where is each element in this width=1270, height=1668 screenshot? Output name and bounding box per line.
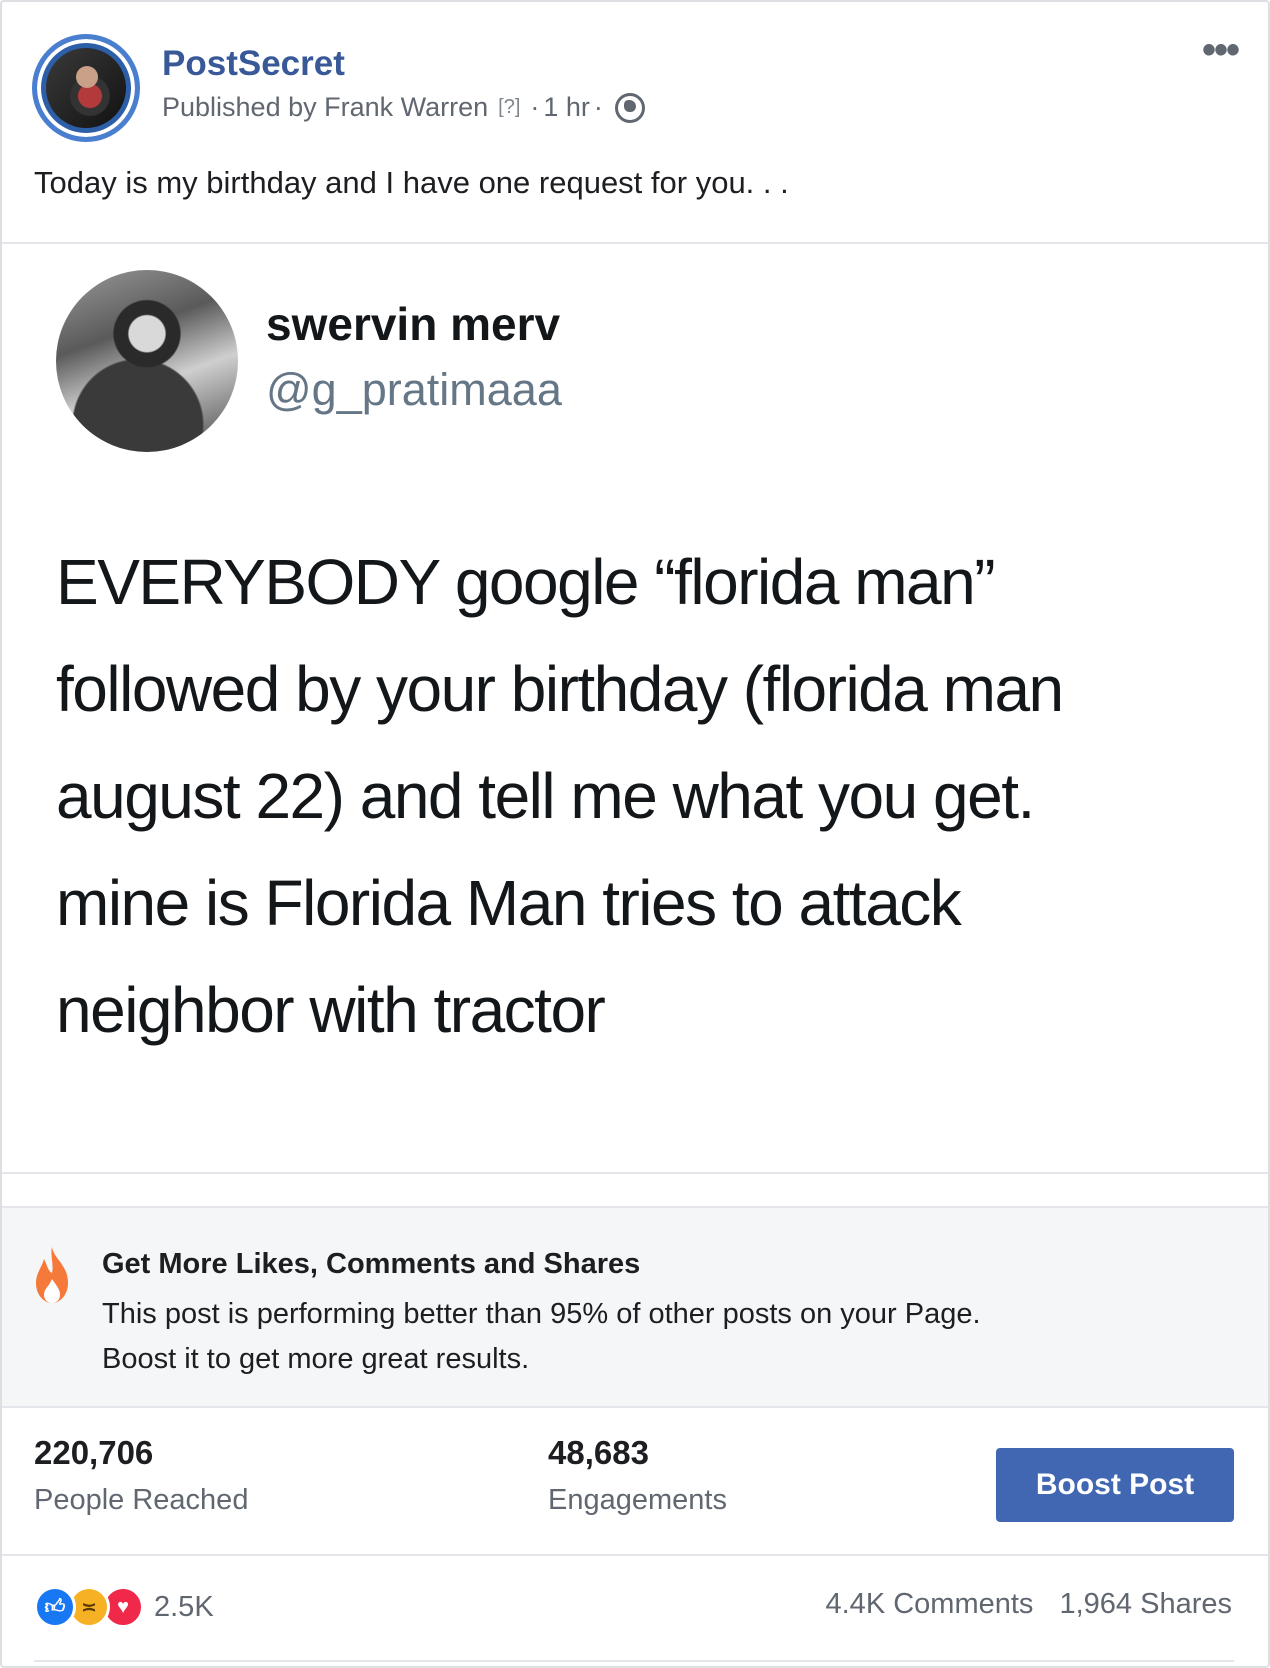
boost-prompt: Get More Likes, Comments and Shares This… [2, 1206, 1268, 1408]
like-icon: 👍︎ [34, 1586, 76, 1628]
published-by[interactable]: Published by Frank Warren [162, 92, 488, 123]
post-card: PostSecret Published by Frank Warren [?]… [0, 0, 1270, 1668]
tweet-text: EVERYBODY google “florida man” followed … [56, 529, 1236, 1064]
tweet-author-handle: @g_pratimaaa [266, 364, 562, 415]
engagements-value: 48,683 [548, 1434, 649, 1471]
divider [2, 1554, 1268, 1556]
tweet-author-name: swervin merv [266, 298, 561, 350]
reactions-summary[interactable]: 👍︎ ≍ ♥ 2.5K [34, 1586, 214, 1628]
tweet-avatar[interactable] [56, 270, 238, 452]
people-reached-value: 220,706 [34, 1434, 154, 1471]
divider [34, 1660, 1234, 1662]
page-avatar[interactable] [32, 34, 140, 142]
people-reached-label: People Reached [34, 1484, 249, 1516]
post-caption: Today is my birthday and I have one requ… [34, 165, 789, 200]
tweet-line: neighbor with tractor [56, 974, 606, 1046]
tweet-line: followed by your birthday (florida man [56, 653, 1064, 725]
boost-prompt-body: This post is performing better than 95% … [102, 1292, 1242, 1382]
reactions-count: 2.5K [154, 1590, 214, 1623]
meta-separator: · [593, 92, 603, 122]
more-options-icon[interactable]: ••• [1202, 30, 1240, 70]
engagement-links: 4.4K Comments 1,964 Shares [826, 1588, 1233, 1621]
engagements-stat[interactable]: 48,683 Engagements [548, 1434, 727, 1517]
comments-link[interactable]: 4.4K Comments [826, 1588, 1034, 1620]
engagements-label: Engagements [548, 1484, 727, 1516]
meta-separator: · [530, 92, 540, 122]
shares-link[interactable]: 1,964 Shares [1059, 1588, 1232, 1620]
boost-prompt-line: This post is performing better than 95% … [102, 1298, 981, 1330]
tweet-line: EVERYBODY google “florida man” [56, 546, 996, 618]
boost-prompt-title: Get More Likes, Comments and Shares [102, 1248, 641, 1280]
help-marker[interactable]: [?] [498, 96, 520, 119]
boost-prompt-line: Boost it to get more great results. [102, 1343, 530, 1375]
post-header: PostSecret Published by Frank Warren [?]… [32, 34, 1242, 144]
boost-post-button[interactable]: Boost Post [996, 1448, 1234, 1522]
globe-icon[interactable] [614, 92, 645, 123]
post-time[interactable]: 1 hr [543, 92, 590, 123]
tweet-line: august 22) and tell me what you get. [56, 760, 1035, 832]
divider [2, 1172, 1268, 1174]
tweet-line: mine is Florida Man tries to attack [56, 867, 962, 939]
people-reached-stat[interactable]: 220,706 People Reached [34, 1434, 248, 1517]
divider [2, 242, 1268, 244]
page-name[interactable]: PostSecret [162, 44, 345, 84]
fire-icon [36, 1247, 68, 1303]
post-meta: Published by Frank Warren [?] · 1 hr · [162, 92, 645, 123]
